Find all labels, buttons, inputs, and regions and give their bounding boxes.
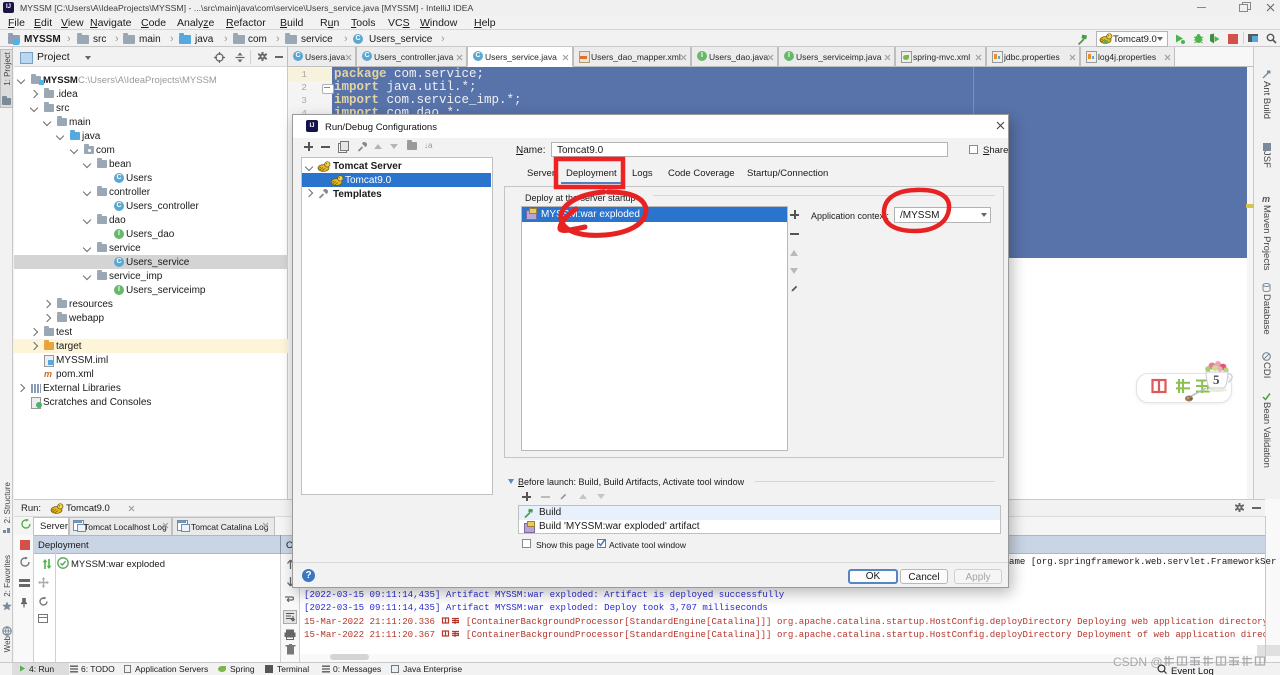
svg-text:5: 5 xyxy=(1213,372,1220,387)
